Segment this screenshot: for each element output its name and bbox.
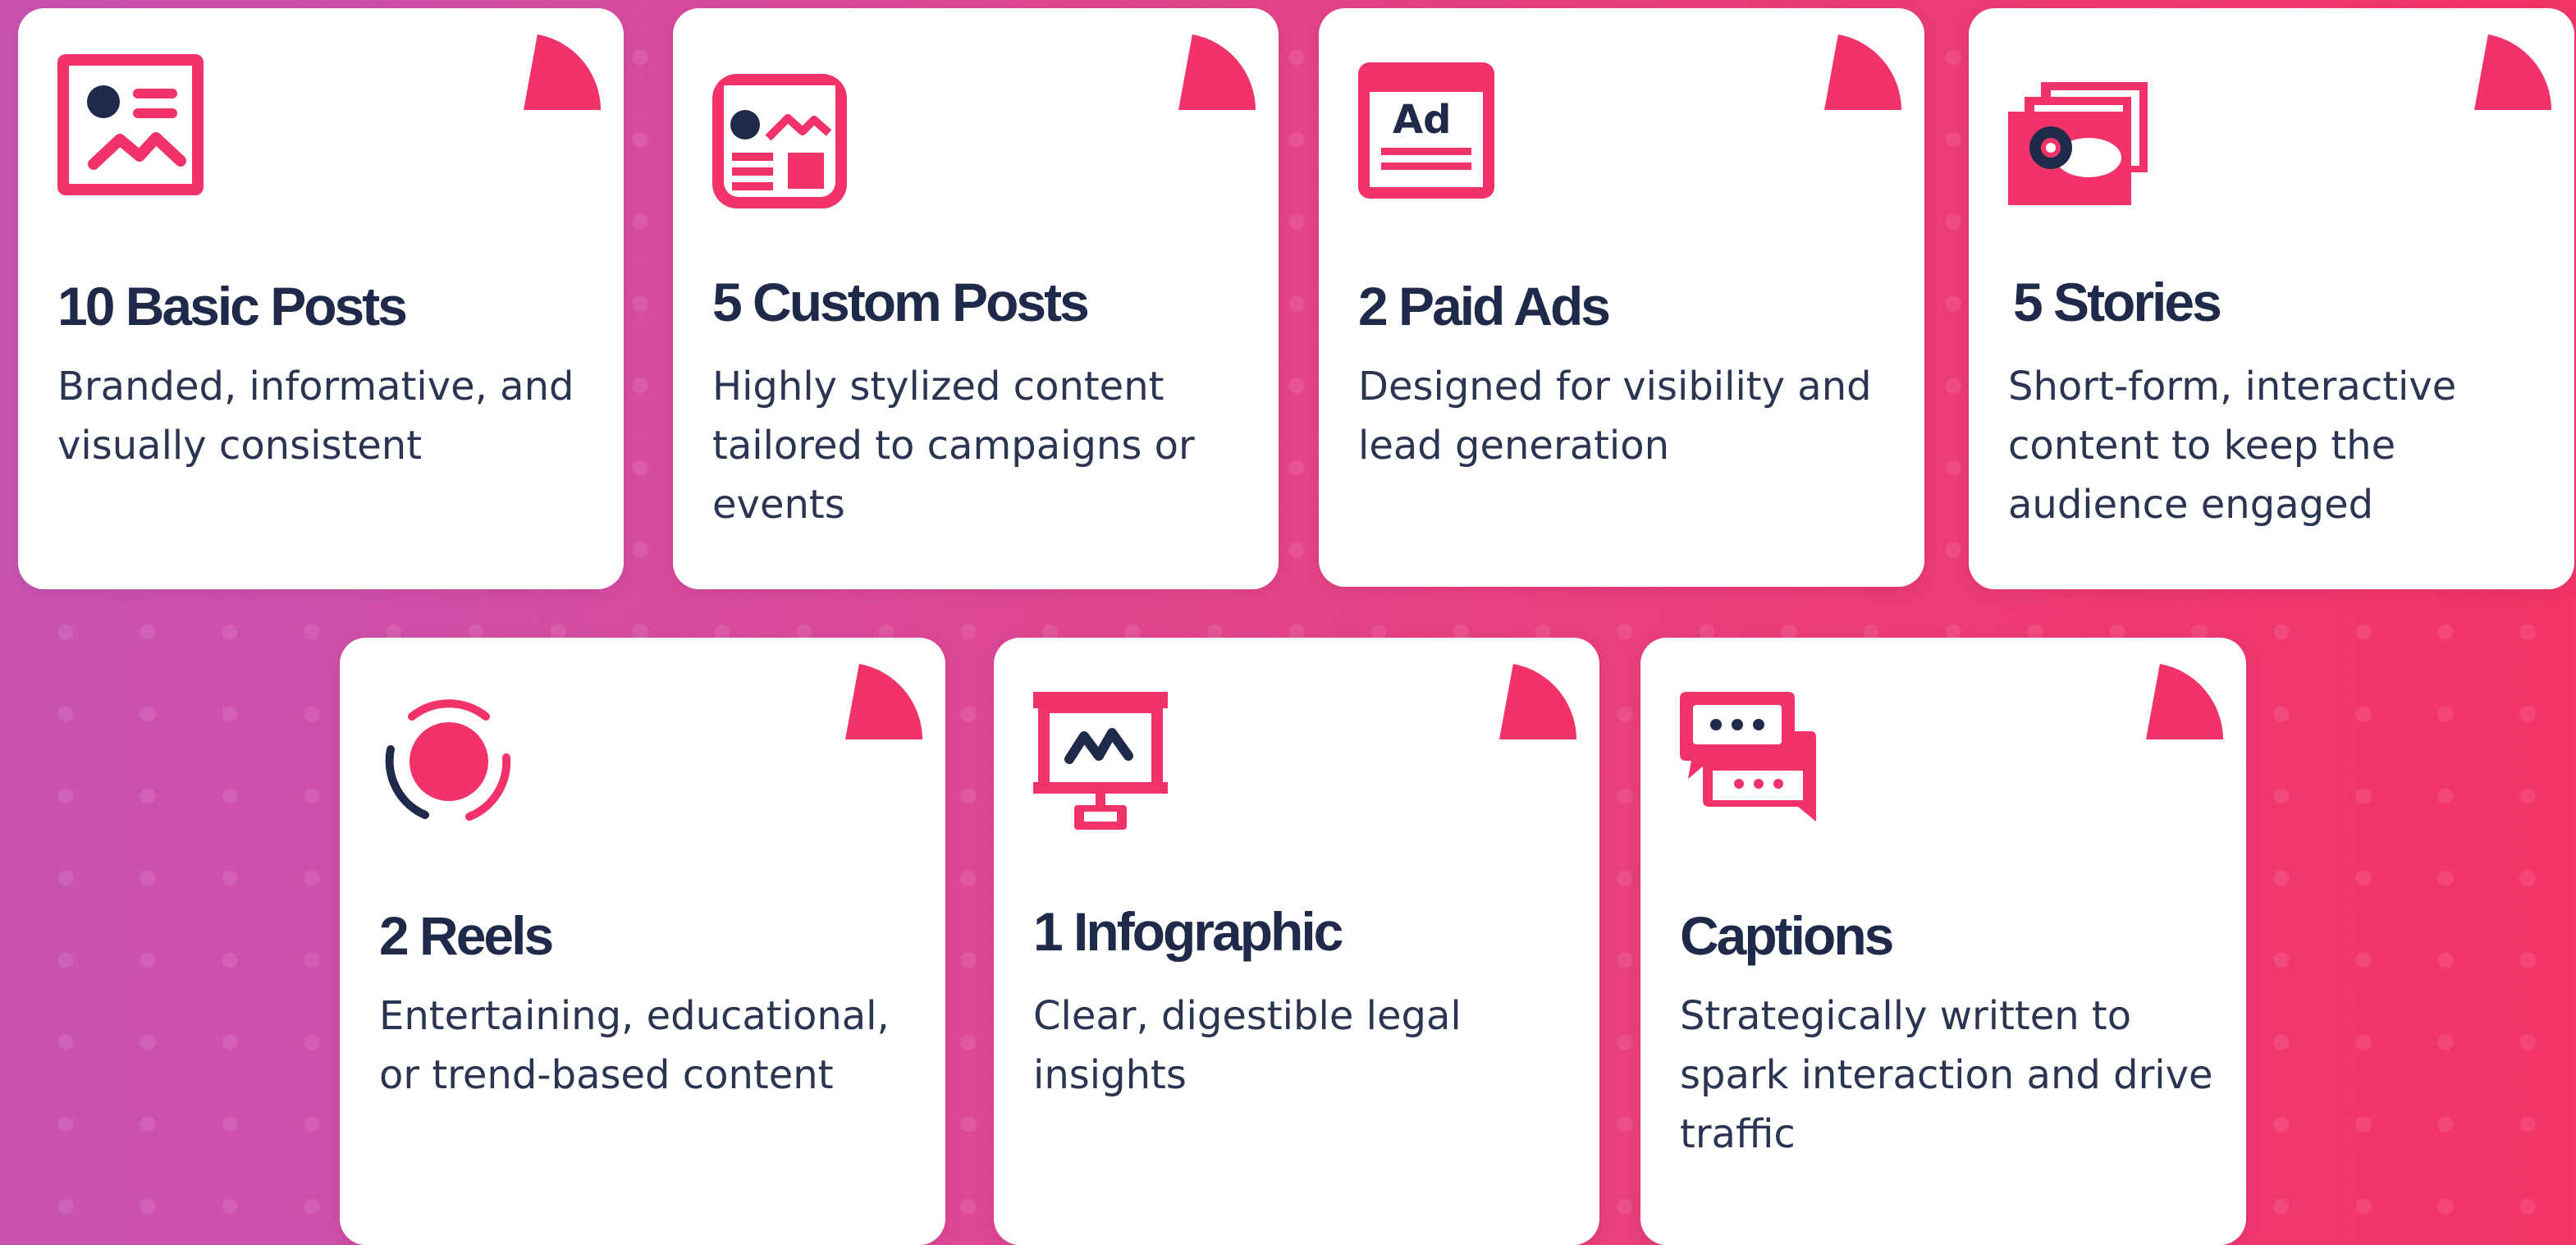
card-title: 2 Paid Ads [1358, 276, 1611, 336]
corner-accent-icon [1499, 663, 1576, 739]
presentation-icon [1033, 692, 1168, 830]
card-title: 5 Custom Posts [712, 272, 1090, 332]
card-description: Entertaining, educational, or trend-base… [379, 993, 890, 1098]
record-icon [385, 699, 511, 821]
card-paid-ads: Ad 2 Paid Ads Designed for visibility an… [1319, 8, 1924, 587]
card-description: Designed for visibility and lead generat… [1358, 364, 1872, 469]
card-basic-posts: 10 Basic Posts Branded, informative, and… [18, 8, 624, 589]
card-title: 1 Infographic [1033, 901, 1343, 962]
card-description: Strategically written to spark interacti… [1680, 993, 2213, 1157]
card-title: 10 Basic Posts [57, 276, 408, 336]
card-custom-posts: 5 Custom Posts Highly stylized content t… [673, 8, 1279, 589]
card-title: 5 Stories [2013, 272, 2222, 332]
card-reels: 2 Reels Entertaining, educational, or tr… [340, 638, 945, 1245]
corner-accent-icon [845, 663, 922, 739]
corner-accent-icon [1824, 34, 1901, 110]
card-description: Highly stylized content tailored to camp… [712, 364, 1195, 528]
card-captions: Captions Strategically written to spark … [1640, 638, 2246, 1245]
chat-bubbles-icon [1680, 692, 1816, 822]
custom-layout-icon [712, 74, 847, 208]
corner-accent-icon [524, 34, 601, 110]
svg-text:Ad: Ad [1393, 97, 1452, 143]
card-title: Captions [1680, 905, 1894, 966]
corner-accent-icon [2474, 34, 2551, 110]
card-title: 2 Reels [379, 905, 554, 966]
corner-accent-icon [2146, 663, 2223, 739]
stories-icon [2008, 82, 2148, 205]
card-infographic: 1 Infographic Clear, digestible legal in… [994, 638, 1599, 1245]
card-description: Branded, informative, and visually consi… [57, 364, 574, 469]
card-stories: 5 Stories Short-form, interactive conten… [1969, 8, 2574, 589]
image-post-icon [57, 54, 204, 195]
card-description: Short-form, interactive content to keep … [2008, 364, 2457, 528]
card-description: Clear, digestible legal insights [1033, 993, 1462, 1098]
corner-accent-icon [1178, 34, 1256, 110]
ad-icon: Ad [1358, 62, 1494, 199]
